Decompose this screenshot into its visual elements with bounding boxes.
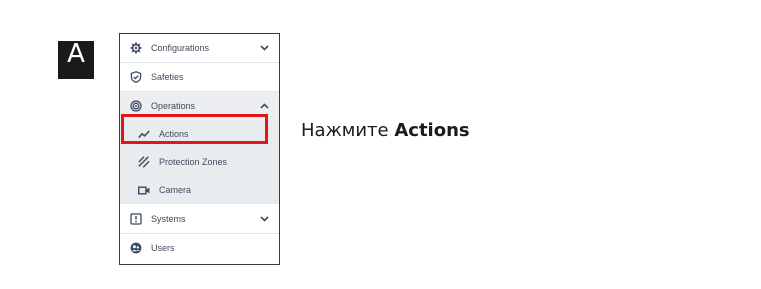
navigation-menu: Configurations Safeties Operations Actio… [119, 33, 280, 265]
menu-item-label: Safeties [151, 72, 184, 82]
menu-item-users[interactable]: Users [120, 234, 279, 262]
menu-item-label: Systems [151, 214, 186, 224]
target-icon [130, 100, 142, 112]
system-info-icon [130, 213, 142, 225]
submenu-item-label: Camera [159, 185, 192, 195]
menu-item-label: Operations [151, 101, 196, 111]
chevron-down-icon[interactable] [259, 43, 269, 53]
gear-icon [130, 42, 142, 54]
submenu-item-protection-zones[interactable]: Protection Zones [120, 148, 279, 176]
chevron-down-icon[interactable] [259, 214, 269, 224]
menu-item-configurations[interactable]: Configurations [120, 34, 279, 62]
shield-check-icon [130, 71, 142, 83]
instruction-target: Actions [394, 120, 470, 141]
actions-highlight-box [121, 114, 268, 144]
submenu-item-label: Protection Zones [159, 157, 228, 167]
users-icon [130, 242, 142, 254]
menu-item-safeties[interactable]: Safeties [120, 63, 279, 91]
menu-item-label: Configurations [151, 43, 210, 53]
video-camera-icon [138, 184, 150, 196]
menu-item-label: Users [151, 243, 175, 253]
step-badge: A [58, 41, 94, 79]
submenu-item-camera[interactable]: Camera [120, 176, 279, 204]
chevron-up-icon[interactable] [259, 101, 269, 111]
instruction-text: Нажмите Actions [301, 120, 470, 141]
step-label: A [67, 39, 85, 69]
hatched-zone-icon [138, 156, 150, 168]
menu-item-systems[interactable]: Systems [120, 205, 279, 233]
instruction-prefix: Нажмите [301, 120, 395, 141]
